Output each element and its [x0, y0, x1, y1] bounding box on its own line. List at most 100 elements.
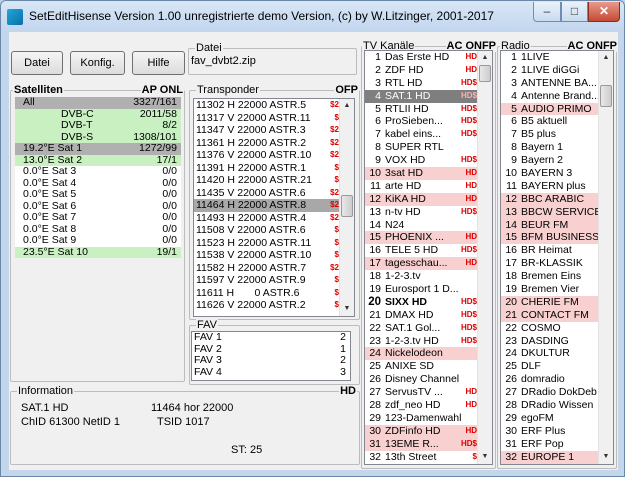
tv-channel-row[interactable]: 25 ANIXE SD: [365, 360, 478, 374]
radio-channel-row[interactable]: 9 Bayern 2: [501, 154, 599, 168]
radio-channel-row[interactable]: 16 BR Heimat: [501, 244, 599, 258]
radio-channel-row[interactable]: 11 BAYERN plus: [501, 179, 599, 193]
transponder-row[interactable]: 11611 H 0 ASTR.6 $: [194, 287, 340, 300]
fav-row[interactable]: FAV 3 2: [192, 354, 350, 367]
radio-channel-row[interactable]: 1 1LIVE: [501, 51, 599, 64]
scroll-thumb[interactable]: [341, 195, 353, 217]
datei-button[interactable]: Datei: [11, 51, 63, 75]
tv-channel-row[interactable]: 20 SIXX HD HD$: [365, 295, 478, 309]
tv-channel-row[interactable]: 32 13th Street $: [365, 450, 478, 464]
scroll-up-icon[interactable]: ▲: [478, 51, 492, 65]
tv-channel-row[interactable]: 17 tagesschau... HD: [365, 257, 478, 271]
minimize-button[interactable]: –: [533, 2, 561, 22]
radio-channel-row[interactable]: 27 DRadio DokDeb: [501, 386, 599, 400]
radio-channel-row[interactable]: 14 BEUR FM: [501, 218, 599, 232]
tv-channel-row[interactable]: 14 N24: [365, 218, 478, 232]
scroll-thumb[interactable]: [600, 85, 612, 107]
tv-channel-row[interactable]: 27 ServusTV ... HD: [365, 386, 478, 400]
transponder-row[interactable]: 11464 H 22000 ASTR.8 $2: [194, 199, 340, 212]
satellite-row[interactable]: DVB-C 2011/58: [15, 108, 181, 120]
tv-channel-row[interactable]: 24 Nickelodeon: [365, 347, 478, 361]
fav-row[interactable]: FAV 4 3: [192, 366, 350, 379]
transponder-row[interactable]: 11523 H 22000 ASTR.11 $: [194, 237, 340, 250]
radio-channel-row[interactable]: 5 AUDIO PRIMO: [501, 102, 599, 116]
fav-list[interactable]: FAV 1 2 FAV 2 1 FAV 3 2 FAV 43: [191, 331, 351, 381]
tv-channel-row[interactable]: 5 RTLII HD HD$: [365, 102, 478, 116]
tv-channel-row[interactable]: 11 arte HD HD: [365, 179, 478, 193]
radio-channel-row[interactable]: 25 DLF: [501, 360, 599, 374]
radio-channel-row[interactable]: 21 CONTACT FM: [501, 308, 599, 322]
transponder-row[interactable]: 11538 V 22000 ASTR.10 $: [194, 249, 340, 262]
tv-channel-row[interactable]: 4 SAT.1 HD HD$: [365, 89, 478, 103]
transponder-row[interactable]: 11347 V 22000 ASTR.3 $2: [194, 124, 340, 137]
transponder-row[interactable]: 11361 H 22000 ASTR.2 $2: [194, 137, 340, 150]
tv-channel-row[interactable]: 2 ZDF HD HD: [365, 63, 478, 77]
radio-channel-row[interactable]: 19 Bremen Vier: [501, 283, 599, 296]
tv-channel-row[interactable]: 16 TELE 5 HD HD$: [365, 244, 478, 258]
satellite-row[interactable]: DVB-T 8/2: [15, 119, 181, 132]
radio-scrollbar[interactable]: ▲ ▼: [598, 51, 613, 464]
hilfe-button[interactable]: Hilfe: [132, 51, 185, 75]
radio-channel-row[interactable]: 7 B5 plus: [501, 128, 599, 142]
tv-channel-row[interactable]: 6 ProSieben... HD$: [365, 115, 478, 129]
transponder-row[interactable]: 11626 V 22000 ASTR.2 $: [194, 299, 340, 312]
radio-channel-row[interactable]: 22 COSMO: [501, 321, 599, 335]
scroll-down-icon[interactable]: ▼: [340, 302, 354, 316]
tv-channel-row[interactable]: 18 1-2-3.tv: [365, 270, 478, 284]
scroll-down-icon[interactable]: ▼: [478, 450, 492, 464]
satellite-row[interactable]: 23.5°E Sat 10 19/1: [15, 246, 181, 258]
tv-channel-row[interactable]: 19 Eurosport 1 D...: [365, 283, 478, 296]
radio-channel-row[interactable]: 20 CHERIE FM: [501, 295, 599, 309]
radio-channel-row[interactable]: 13 BBCW SERVICE: [501, 205, 601, 219]
tv-channel-row[interactable]: 13 n-tv HD HD$: [365, 205, 478, 219]
transponder-row[interactable]: 11582 H 22000 ASTR.7 $2: [194, 262, 340, 275]
transponder-row[interactable]: 11420 H 22000 ASTR.21 $: [194, 174, 340, 187]
transponder-row[interactable]: 11508 V 22000 ASTR.6 $: [194, 224, 340, 237]
transponder-row[interactable]: 11597 V 22000 ASTR.9 $: [194, 274, 340, 287]
tv-channel-row[interactable]: 7 kabel eins... HD$: [365, 128, 478, 142]
satellite-list[interactable]: All 3327/161 DVB-C 2011/58 DVB-T 8/2 DVB-S 1308…: [15, 97, 181, 258]
radio-channel-row[interactable]: 17 BR-KLASSIK: [501, 257, 599, 271]
radio-channel-row[interactable]: 24 DKULTUR: [501, 347, 599, 361]
scroll-thumb[interactable]: [479, 65, 491, 82]
radio-channel-row[interactable]: 4 Antenne Brand...: [501, 89, 600, 103]
konfig-button[interactable]: Konfig.: [70, 51, 125, 75]
tv-channel-row[interactable]: 3 RTL HD HD$: [365, 76, 478, 90]
scroll-up-icon[interactable]: ▲: [599, 51, 613, 65]
close-button[interactable]: ✕: [588, 2, 620, 22]
radio-channel-row[interactable]: 32 EUROPE 1: [501, 450, 599, 464]
tv-channel-row[interactable]: 22 SAT.1 Gol... HD$: [365, 321, 478, 335]
tv-channel-row[interactable]: 26 Disney Channel: [365, 373, 478, 387]
fav-row[interactable]: FAV 1 2: [192, 332, 350, 344]
radio-channel-row[interactable]: 15 BFM BUSINESS: [501, 231, 599, 245]
tv-channel-row[interactable]: 23 1-2-3.tv HD HD$: [365, 334, 478, 348]
transponder-scrollbar[interactable]: ▲ ▼: [339, 99, 354, 316]
radio-channel-row[interactable]: 29 egoFM: [501, 411, 599, 425]
tv-channel-row[interactable]: 15 PHOENIX ... HD: [365, 231, 478, 245]
transponder-row[interactable]: 11391 H 22000 ASTR.1 $: [194, 162, 340, 175]
scroll-down-icon[interactable]: ▼: [599, 450, 613, 464]
tv-channel-row[interactable]: 12 KiKA HD HD: [365, 192, 478, 206]
tv-channel-row[interactable]: 30 ZDFinfo HD HD: [365, 424, 478, 438]
tv-channel-row[interactable]: 8 SUPER RTL: [365, 141, 478, 155]
radio-channel-row[interactable]: 30 ERF Plus: [501, 424, 599, 438]
radio-channel-row[interactable]: 26 domradio: [501, 373, 599, 387]
maximize-button[interactable]: □: [561, 2, 588, 22]
radio-channel-row[interactable]: 18 Bremen Eins: [501, 270, 599, 284]
radio-channel-row[interactable]: 6 B5 aktuell: [501, 115, 599, 129]
radio-channel-row[interactable]: 8 Bayern 1: [501, 141, 599, 155]
satellite-row[interactable]: 0.0°E Sat 7 0/0: [15, 211, 181, 224]
transponder-list[interactable]: 11302 H 22000 ASTR.5 $2 11317 V 22000 ASTR…: [193, 98, 355, 317]
tv-channel-row[interactable]: 28 zdf_neo HD HD: [365, 399, 478, 412]
satellite-row[interactable]: 0.0°E Sat 9 0/0: [15, 234, 181, 247]
tv-channel-row[interactable]: 1 Das Erste HD HD: [365, 51, 478, 64]
radio-channel-row[interactable]: 23 DASDING: [501, 334, 599, 348]
tv-channel-row[interactable]: 31 13EME R... HD$: [365, 437, 478, 451]
radio-channel-row[interactable]: 31 ERF Pop: [501, 437, 599, 451]
radio-channel-row[interactable]: 3 ANTENNE BA...: [501, 76, 599, 90]
transponder-row[interactable]: 11435 V 22000 ASTR.6 $2: [194, 187, 340, 200]
radio-channel-row[interactable]: 28 DRadio Wissen: [501, 399, 599, 412]
transponder-row[interactable]: 11376 V 22000 ASTR.10 $2: [194, 149, 340, 162]
radio-channel-row[interactable]: 2 1LIVE diGGi: [501, 63, 599, 77]
scroll-up-icon[interactable]: ▲: [340, 99, 354, 113]
